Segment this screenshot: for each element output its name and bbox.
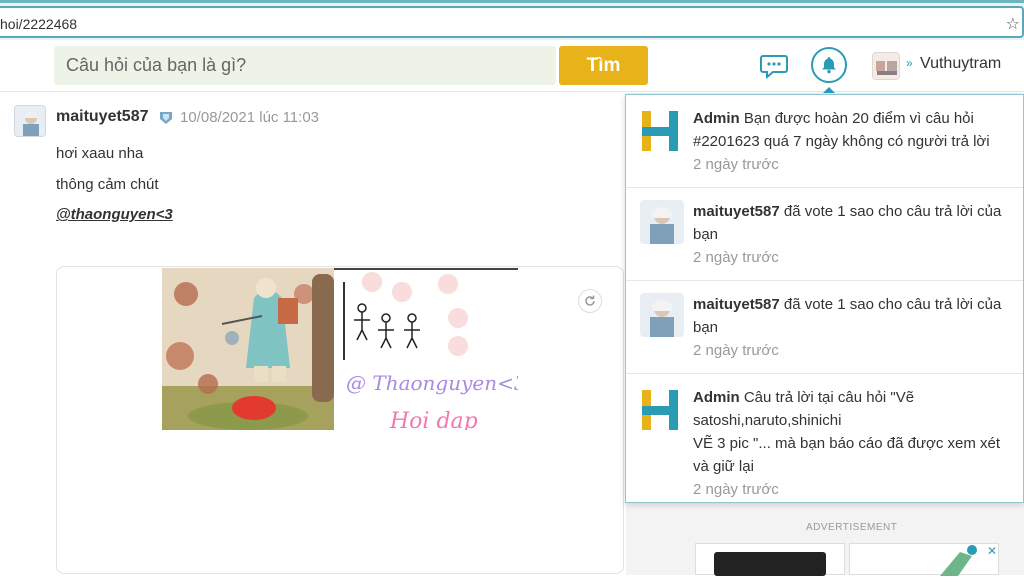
notification-time: 2 ngày trước xyxy=(693,156,779,173)
admin-logo-icon xyxy=(642,111,678,151)
chevron-down-icon[interactable]: » xyxy=(906,56,913,70)
search-button[interactable]: Tìm xyxy=(559,46,648,85)
ad-label: ADVERTISEMENT xyxy=(806,522,898,533)
notification-item[interactable]: maituyet587 đã vote 1 sao cho câu trả lờ… xyxy=(626,281,1023,374)
url-text: hoi/2222468 xyxy=(0,16,78,32)
post-area: maituyet587 10/08/2021 lúc 11:03 hơi xaa… xyxy=(0,93,626,575)
star-icon[interactable]: ☆ xyxy=(1006,14,1020,34)
notification-item[interactable]: Admin Bạn được hoàn 20 điểm vì câu hỏi #… xyxy=(626,95,1023,188)
browser-bar: hoi/2222468 ☆ xyxy=(0,0,1024,40)
post-username[interactable]: maituyet587 xyxy=(56,108,149,126)
admin-logo-icon xyxy=(642,390,678,430)
ad-banner[interactable]: ✕ xyxy=(849,543,999,576)
post-timestamp: 10/08/2021 lúc 11:03 xyxy=(180,109,320,126)
notification-user: Admin xyxy=(693,110,740,127)
caption-text: Hoi dap xyxy=(389,409,478,430)
avatar[interactable] xyxy=(872,52,900,80)
notification-user: maituyet587 xyxy=(693,296,780,313)
notification-time: 2 ngày trước xyxy=(693,481,779,498)
avatar[interactable] xyxy=(14,105,46,137)
notification-user: Admin xyxy=(693,389,740,406)
post-text-line: hơi xaau nha xyxy=(56,145,144,162)
notification-message-continued: VẼ 3 pic "... mà bạn báo cáo đã được xem… xyxy=(693,435,1001,475)
user-menu-name[interactable]: Vuthuytram xyxy=(920,55,1001,73)
notification-item[interactable]: maituyet587 đã vote 1 sao cho câu trả lờ… xyxy=(626,188,1023,281)
notification-time: 2 ngày trước xyxy=(693,249,779,266)
site-header: Tìm » Vuthuytram xyxy=(0,40,1024,94)
close-icon: ✕ xyxy=(987,544,997,558)
notifications-dropdown: Admin Bạn được hoàn 20 điểm vì câu hỏi #… xyxy=(625,94,1024,503)
chat-icon[interactable] xyxy=(760,53,788,79)
avatar xyxy=(640,200,684,244)
notification-time: 2 ngày trước xyxy=(693,342,779,359)
signature-text: @ Thaonguyen<3 xyxy=(346,371,518,395)
badge-icon xyxy=(160,112,172,124)
ad-banner[interactable] xyxy=(695,543,845,576)
bell-icon xyxy=(822,57,836,74)
notification-user: maituyet587 xyxy=(693,203,780,220)
drawing-image[interactable]: @ Thaonguyen<3 Hoi dap xyxy=(162,268,518,430)
address-bar[interactable]: hoi/2222468 ☆ xyxy=(0,6,1024,38)
rotate-icon[interactable] xyxy=(578,289,602,313)
notifications-button[interactable] xyxy=(811,47,847,83)
avatar xyxy=(640,293,684,337)
notification-item[interactable]: Admin Câu trả lời tại câu hỏi "Vẽ satosh… xyxy=(626,374,1023,502)
search-input[interactable] xyxy=(54,46,556,85)
post-text-line: thông cảm chút xyxy=(56,176,159,193)
mention-link[interactable]: @thaonguyen<3 xyxy=(56,206,173,223)
